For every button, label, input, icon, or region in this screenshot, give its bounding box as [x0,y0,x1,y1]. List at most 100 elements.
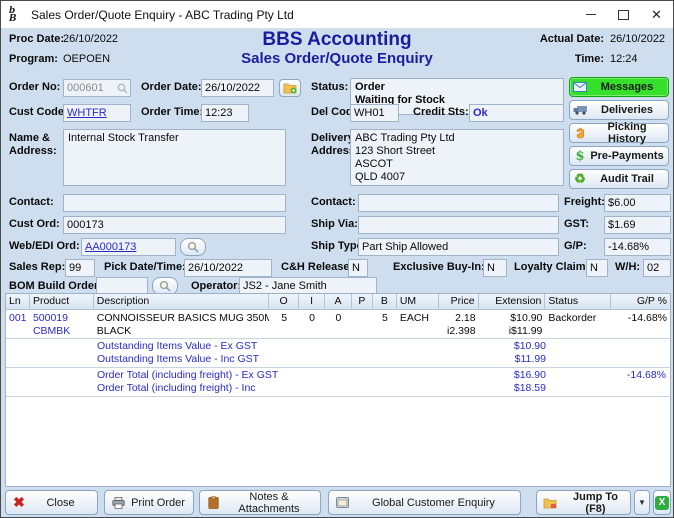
truck-icon [570,105,590,115]
outstanding-summary-group: Outstanding Items Value - Ex GST $10.90 … [6,338,670,367]
delivery-address-field[interactable]: ABC Trading Pty Ltd 123 Short Street ASC… [350,129,564,186]
gp-label: G/P: [564,240,587,253]
open-order-button[interactable] [279,79,301,97]
clipboard-icon [200,496,226,509]
folder-icon [537,497,563,509]
col-product: Product [30,294,94,309]
deliveries-button[interactable]: Deliveries [569,100,669,120]
order-lines-table[interactable]: Ln Product Description O I A P B UM Pric… [5,293,671,487]
sales-rep-field[interactable]: 99 [65,259,95,277]
app-window: bB Sales Order/Quote Enquiry - ABC Tradi… [0,0,674,518]
order-no-field[interactable]: 000601 [63,79,131,97]
close-window-button[interactable]: ✕ [640,1,673,28]
window-title: Sales Order/Quote Enquiry - ABC Trading … [31,8,574,22]
messages-button[interactable]: Messages [569,77,669,97]
web-edi-search-button[interactable] [180,238,206,256]
printer-icon [105,497,131,509]
hand-icon [570,127,590,139]
print-order-button[interactable]: Print Order [104,490,194,515]
del-code-field[interactable]: WH01 [350,104,399,122]
bom-build-order-label: BOM Build Order: [9,280,102,293]
application-window-icon [329,497,355,508]
table-row[interactable]: CBMBK BLACK i2.398 i$11.99 [6,325,670,338]
actual-date-label: Actual Date: [540,33,604,46]
delivery-contact-field[interactable] [358,194,559,212]
dollar-icon: $ [570,149,590,164]
col-description: Description [94,294,269,309]
credit-sts-field: Ok [469,104,564,122]
sales-rep-label: Sales Rep: [9,261,65,274]
order-time-label: Order Time: [141,106,203,119]
gst-label: GST: [564,218,589,231]
col-ln: Ln [6,294,30,309]
col-gp: G/P % [611,294,670,309]
close-x-icon: ✖ [6,494,32,511]
product-code-link[interactable]: CBMBK [30,325,94,338]
contact-label: Contact: [9,196,54,209]
table-row[interactable]: 001 500019 CONNOISSEUR BASICS MUG 350ML … [6,312,670,325]
page-subtitle: Sales Order/Quote Enquiry [1,50,673,67]
maximize-icon [618,10,629,20]
audit-trail-button[interactable]: ♻ Audit Trail [569,169,669,189]
summary-row: Outstanding Items Value - Ex GST $10.90 [6,340,670,353]
col-a: A [325,294,352,309]
wh-label: W/H: [615,261,640,274]
col-b: B [373,294,397,309]
gst-field: $1.69 [604,216,671,234]
delivery-contact-label: Contact: [311,196,356,209]
credit-sts-label: Credit Sts: [413,106,469,119]
ch-release-field: N [348,259,368,277]
col-o: O [269,294,299,309]
col-status: Status [545,294,611,309]
jump-to-button[interactable]: Jump To (F8) [536,490,631,515]
order-time-field[interactable]: 12:23 [201,104,249,122]
excel-icon: X [655,496,669,510]
ship-type-field[interactable]: Part Ship Allowed [358,238,559,256]
order-date-field[interactable]: 26/10/2022 [201,79,274,97]
col-p: P [352,294,373,309]
global-customer-enquiry-button[interactable]: Global Customer Enquiry [328,490,521,515]
web-edi-link[interactable]: AA000173 [85,241,136,253]
minimize-button[interactable] [574,1,607,28]
maximize-button[interactable] [607,1,640,28]
pre-payments-button[interactable]: $ Pre-Payments [569,146,669,166]
col-i: I [299,294,325,309]
titlebar: bB Sales Order/Quote Enquiry - ABC Tradi… [1,1,673,29]
cust-code-link[interactable]: WHTFR [67,107,107,119]
table-header-row: Ln Product Description O I A P B UM Pric… [6,294,670,310]
time-value: 12:24 [610,53,638,65]
ch-release-label: C&H Release: [281,261,353,274]
summary-row: Order Total (including freight) - Inc $1… [6,382,670,395]
name-address-field[interactable]: Internal Stock Transfer [63,129,286,186]
picking-history-button[interactable]: Picking History [569,123,669,143]
wh-field: 02 [643,259,671,277]
cust-code-label: Cust Code: [9,106,68,119]
close-icon: ✕ [651,8,662,21]
export-excel-button[interactable]: X [653,490,671,515]
freight-label: Freight: [564,196,605,209]
order-date-label: Order Date: [141,81,202,94]
product-code-link[interactable]: 500019 [30,312,94,325]
app-icon: bB [9,7,25,23]
cust-ord-field[interactable]: 000173 [63,216,286,234]
name-address-label: Name & Address: [9,132,57,158]
web-edi-field[interactable]: AA000173 [81,238,176,256]
minimize-icon [586,14,596,15]
status-label: Status: [311,81,348,94]
contact-field[interactable] [63,194,286,212]
col-extension: Extension [479,294,546,309]
order-total-summary-group: Order Total (including freight) - Ex GST… [6,367,670,397]
pick-datetime-field[interactable]: 26/10/2022 [184,259,272,277]
gp-field: -14.68% [604,238,671,256]
search-icon [187,241,199,253]
ship-via-field[interactable] [358,216,559,234]
notes-attachments-button[interactable]: Notes & Attachments [199,490,321,515]
cust-ord-label: Cust Ord: [9,218,60,231]
jump-to-dropdown-button[interactable]: ▼ [634,490,650,515]
loyalty-claim-field: N [586,259,608,277]
envelope-icon [570,82,590,92]
folder-plus-icon [283,82,297,94]
close-button[interactable]: ✖ Close [5,490,98,515]
cust-code-field[interactable]: WHTFR [63,104,131,122]
pick-datetime-label: Pick Date/Time: [104,261,186,274]
